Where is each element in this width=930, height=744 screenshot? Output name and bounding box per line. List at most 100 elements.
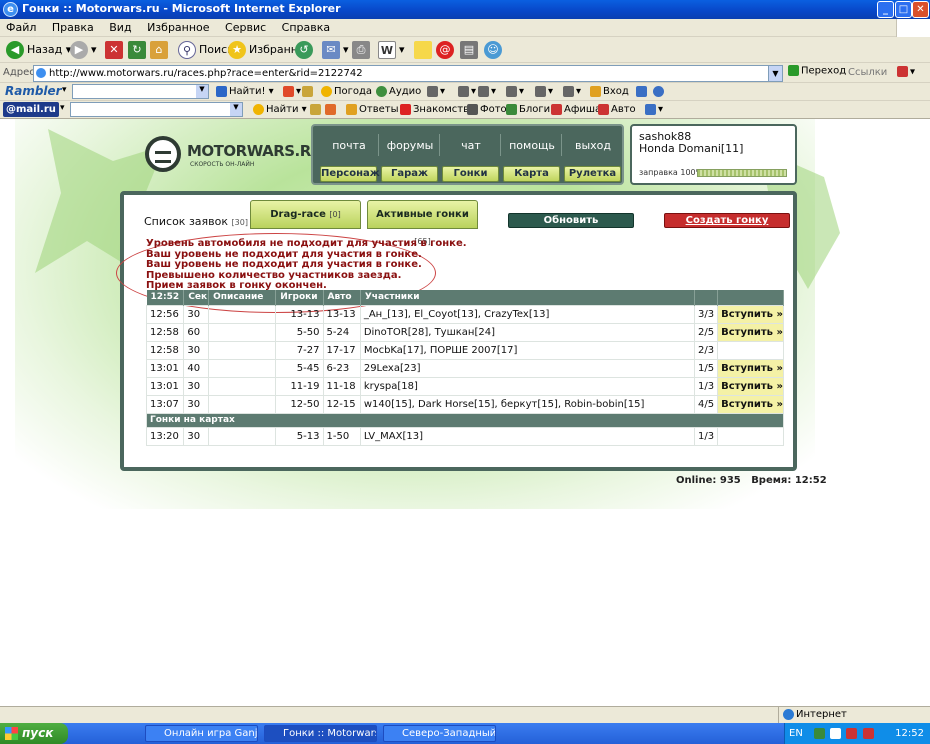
nav-help[interactable]: помощь — [502, 139, 562, 152]
taskbar-item[interactable]: Северо-Западный ф... — [383, 725, 496, 742]
refresh-page-button[interactable]: ↻ — [128, 40, 149, 60]
sites-button[interactable] — [302, 85, 315, 99]
rambler-settings[interactable] — [636, 85, 649, 99]
highlight-button[interactable]: ▾ — [283, 85, 301, 99]
nav-logout[interactable]: выход — [563, 139, 623, 152]
blogs-button[interactable]: Блоги — [506, 103, 550, 117]
go-button[interactable]: Переход — [788, 65, 846, 77]
search-button[interactable]: ⚲ Поиск — [178, 40, 234, 60]
taskbar-item-active[interactable]: Гонки :: Motorwars.r... — [264, 725, 377, 742]
tab-drag-race[interactable]: Drag-race [0] — [250, 200, 361, 229]
cell-participants[interactable]: DinoTOR[28], Тушкан[24] — [359, 322, 696, 342]
rambler-help[interactable] — [653, 85, 666, 99]
refresh-button[interactable]: Обновить — [508, 213, 634, 228]
mailru-find-button[interactable]: Найти ▾ — [253, 103, 307, 117]
auto-button[interactable]: Авто — [598, 103, 636, 117]
col-sec[interactable]: Сек — [183, 290, 210, 305]
cell-participants[interactable]: w140[15], Dark Horse[15], беркут[15], Ro… — [359, 394, 696, 414]
rambler-tool-5[interactable]: ▾ — [535, 85, 553, 99]
close-button[interactable]: ✕ — [912, 1, 929, 18]
create-race-button[interactable]: Создать гонку — [664, 213, 790, 228]
address-input[interactable]: http://www.motorwars.ru/races.php?race=e… — [33, 65, 783, 82]
join-race-button[interactable]: Вступить » — [717, 304, 784, 324]
col-desc[interactable]: Описание — [208, 290, 277, 305]
nav-roulette-button[interactable]: Рулетка — [564, 166, 621, 182]
messenger-button[interactable]: ☺ — [484, 40, 505, 60]
tray-icon[interactable] — [830, 727, 842, 739]
stop-button[interactable]: ✕ — [105, 40, 126, 60]
audio-button[interactable]: Аудио — [376, 85, 421, 99]
cell-participants[interactable]: 29Lexa[23] — [359, 358, 696, 378]
cell-participants[interactable]: _Ан_[13], El_Coyot[13], CrazyTex[13] — [359, 304, 696, 324]
minimize-button[interactable]: _ — [877, 1, 894, 18]
photo-button[interactable]: Фото — [467, 103, 507, 117]
rambler-search-input[interactable]: ▼ — [72, 84, 209, 99]
join-race-button[interactable]: Вступить » — [717, 358, 784, 378]
cell-participants[interactable]: kryspa[18] — [359, 376, 696, 396]
rambler-tool-4[interactable]: ▾ — [506, 85, 524, 99]
notes-button[interactable] — [414, 40, 435, 60]
mailru-dropdown-icon[interactable]: ▼ — [230, 103, 242, 116]
rambler-find-button[interactable]: Найти! ▾ — [216, 85, 274, 99]
nav-races-button[interactable]: Гонки — [442, 166, 499, 182]
mailru-menu-icon[interactable]: ▾ — [60, 103, 65, 113]
email-at-button[interactable]: @ — [436, 40, 457, 60]
home-button[interactable]: ⌂ — [150, 40, 171, 60]
mailru-tool-1[interactable] — [310, 103, 323, 117]
menu-tools[interactable]: Сервис — [219, 19, 272, 36]
col-time[interactable]: 12:52 — [146, 290, 185, 305]
rambler-tool-3[interactable]: ▾ — [478, 85, 496, 99]
mail-button[interactable]: ✉ ▾ — [322, 40, 349, 60]
cell-participants[interactable]: MocbKa[17], ПОРШЕ 2007[17] — [359, 340, 696, 360]
links-label[interactable]: Ссылки — [848, 67, 887, 78]
taskbar-item[interactable]: Онлайн игра Ganja... — [145, 725, 258, 742]
afisha-button[interactable]: Афиша — [551, 103, 601, 117]
join-race-button[interactable]: Вступить » — [717, 394, 784, 414]
language-indicator[interactable]: EN — [789, 728, 803, 739]
start-button[interactable]: пуск — [0, 723, 68, 744]
rambler-dropdown-icon[interactable]: ▼ — [196, 85, 208, 98]
forward-button[interactable]: ▶ ▾ — [70, 40, 97, 60]
maximize-button[interactable]: □ — [895, 1, 912, 18]
col-players[interactable]: Игроки — [275, 290, 324, 305]
nav-chat[interactable]: чат — [441, 139, 501, 152]
word-button[interactable]: W ▾ — [378, 40, 405, 60]
mailru-more[interactable]: ▾ — [645, 103, 663, 117]
menu-edit[interactable]: Правка — [46, 19, 100, 36]
fax-button[interactable]: ▤ — [460, 40, 481, 60]
answers-button[interactable]: Ответы — [346, 103, 398, 117]
nav-garage-button[interactable]: Гараж — [381, 166, 438, 182]
rambler-login-button[interactable]: Вход — [590, 85, 629, 99]
join-race-button[interactable]: Вступить » — [717, 376, 784, 396]
nav-mail[interactable]: почта — [319, 139, 379, 152]
print-button[interactable]: ⎙ — [352, 40, 373, 60]
nav-map-button[interactable]: Карта — [503, 166, 560, 182]
tray-icon[interactable] — [846, 727, 858, 739]
cell-participants[interactable]: LV_MAX[13] — [359, 426, 696, 446]
rambler-tool-1[interactable]: ▾ — [427, 85, 445, 99]
mailru-tool-2[interactable] — [325, 103, 338, 117]
weather-button[interactable]: Погода — [321, 85, 372, 99]
menu-help[interactable]: Справка — [276, 19, 336, 36]
menu-favorites[interactable]: Избранное — [141, 19, 215, 36]
tab-race-list[interactable]: Список заявок [30] — [144, 215, 248, 228]
col-auto[interactable]: Авто — [323, 290, 361, 305]
join-race-button[interactable]: Вступить » — [717, 322, 784, 342]
tray-icon[interactable] — [862, 727, 874, 739]
toolbar-ext-icon[interactable]: ▾ — [897, 66, 915, 78]
tab-active-races[interactable]: Активные гонки [65] — [367, 200, 478, 246]
quicklaunch-desktop-icon[interactable] — [96, 727, 107, 738]
site-logo[interactable]: MOTORWARS.RU СКОРОСТЬ ОН-ЛАЙН — [145, 136, 323, 176]
quicklaunch-ie-icon[interactable] — [78, 727, 89, 738]
rambler-logo[interactable]: Rambler — [5, 84, 62, 98]
nav-forums[interactable]: форумы — [380, 139, 440, 152]
menu-file[interactable]: Файл — [0, 19, 42, 36]
dating-button[interactable]: Знакомства — [400, 103, 475, 117]
mailru-search-input[interactable]: ▼ — [70, 102, 243, 117]
rambler-tool-2[interactable]: ▾ — [458, 85, 476, 99]
rambler-tool-6[interactable]: ▾ — [563, 85, 581, 99]
address-dropdown-icon[interactable]: ▼ — [768, 66, 782, 81]
col-participants[interactable]: Участники — [360, 290, 696, 305]
mailru-logo[interactable]: @mail.ru — [3, 102, 59, 117]
rambler-menu-icon[interactable]: ▾ — [62, 85, 67, 95]
